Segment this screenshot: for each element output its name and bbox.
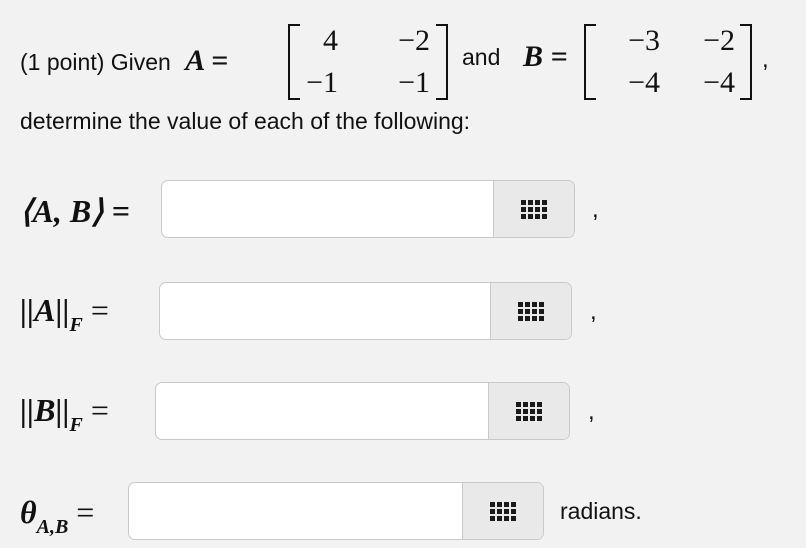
frobenius-a-label: ||A||F = [20,292,109,336]
matrix-b-cell: −2 [703,24,735,57]
matrix-b-cell: −4 [703,66,735,99]
point-label: (1 point) Given [20,49,171,75]
matrix-b-label: B = [523,40,568,73]
matrix-a-cell: −1 [398,66,430,99]
matrix-a-cell: −2 [398,24,430,57]
radians-text: radians. [560,498,642,524]
matrix-a-right-bracket [436,24,448,100]
keypad-icon [521,199,547,219]
suffix-comma: , [592,196,599,223]
intro-prefix: (1 point) Given A = [20,44,228,78]
matrix-b-right-bracket [740,24,752,100]
instruction-text: determine the value of each of the follo… [20,108,471,134]
keypad-button[interactable] [490,283,571,339]
inner-product-label: ⟨A, B⟩ = [20,193,130,229]
matrix-b-left-bracket [584,24,596,100]
matrix-b-cell: −3 [628,24,660,57]
angle-answer [128,482,544,540]
suffix-comma: , [590,298,597,325]
frobenius-b-answer [155,382,570,440]
keypad-button[interactable] [493,181,574,237]
matrix-a-label: A = [185,44,229,77]
keypad-icon [518,301,544,321]
inner-product-answer [161,180,575,238]
keypad-icon [490,501,516,521]
keypad-button[interactable] [462,483,543,539]
keypad-button[interactable] [488,383,569,439]
frobenius-a-input[interactable] [160,283,497,339]
matrix-b-cell: −4 [628,66,660,99]
frobenius-a-answer [159,282,572,340]
angle-input[interactable] [129,483,469,539]
suffix-comma: , [588,398,595,425]
frobenius-b-input[interactable] [156,383,495,439]
keypad-icon [516,401,542,421]
frobenius-b-label: ||B||F = [20,392,109,436]
angle-label: θA,B = [20,494,95,538]
and-text: and [462,44,501,70]
trailing-comma: , [762,46,769,73]
matrix-a-cell: 4 [323,24,338,57]
inner-product-input[interactable] [162,181,500,237]
matrix-a-cell: −1 [306,66,338,99]
